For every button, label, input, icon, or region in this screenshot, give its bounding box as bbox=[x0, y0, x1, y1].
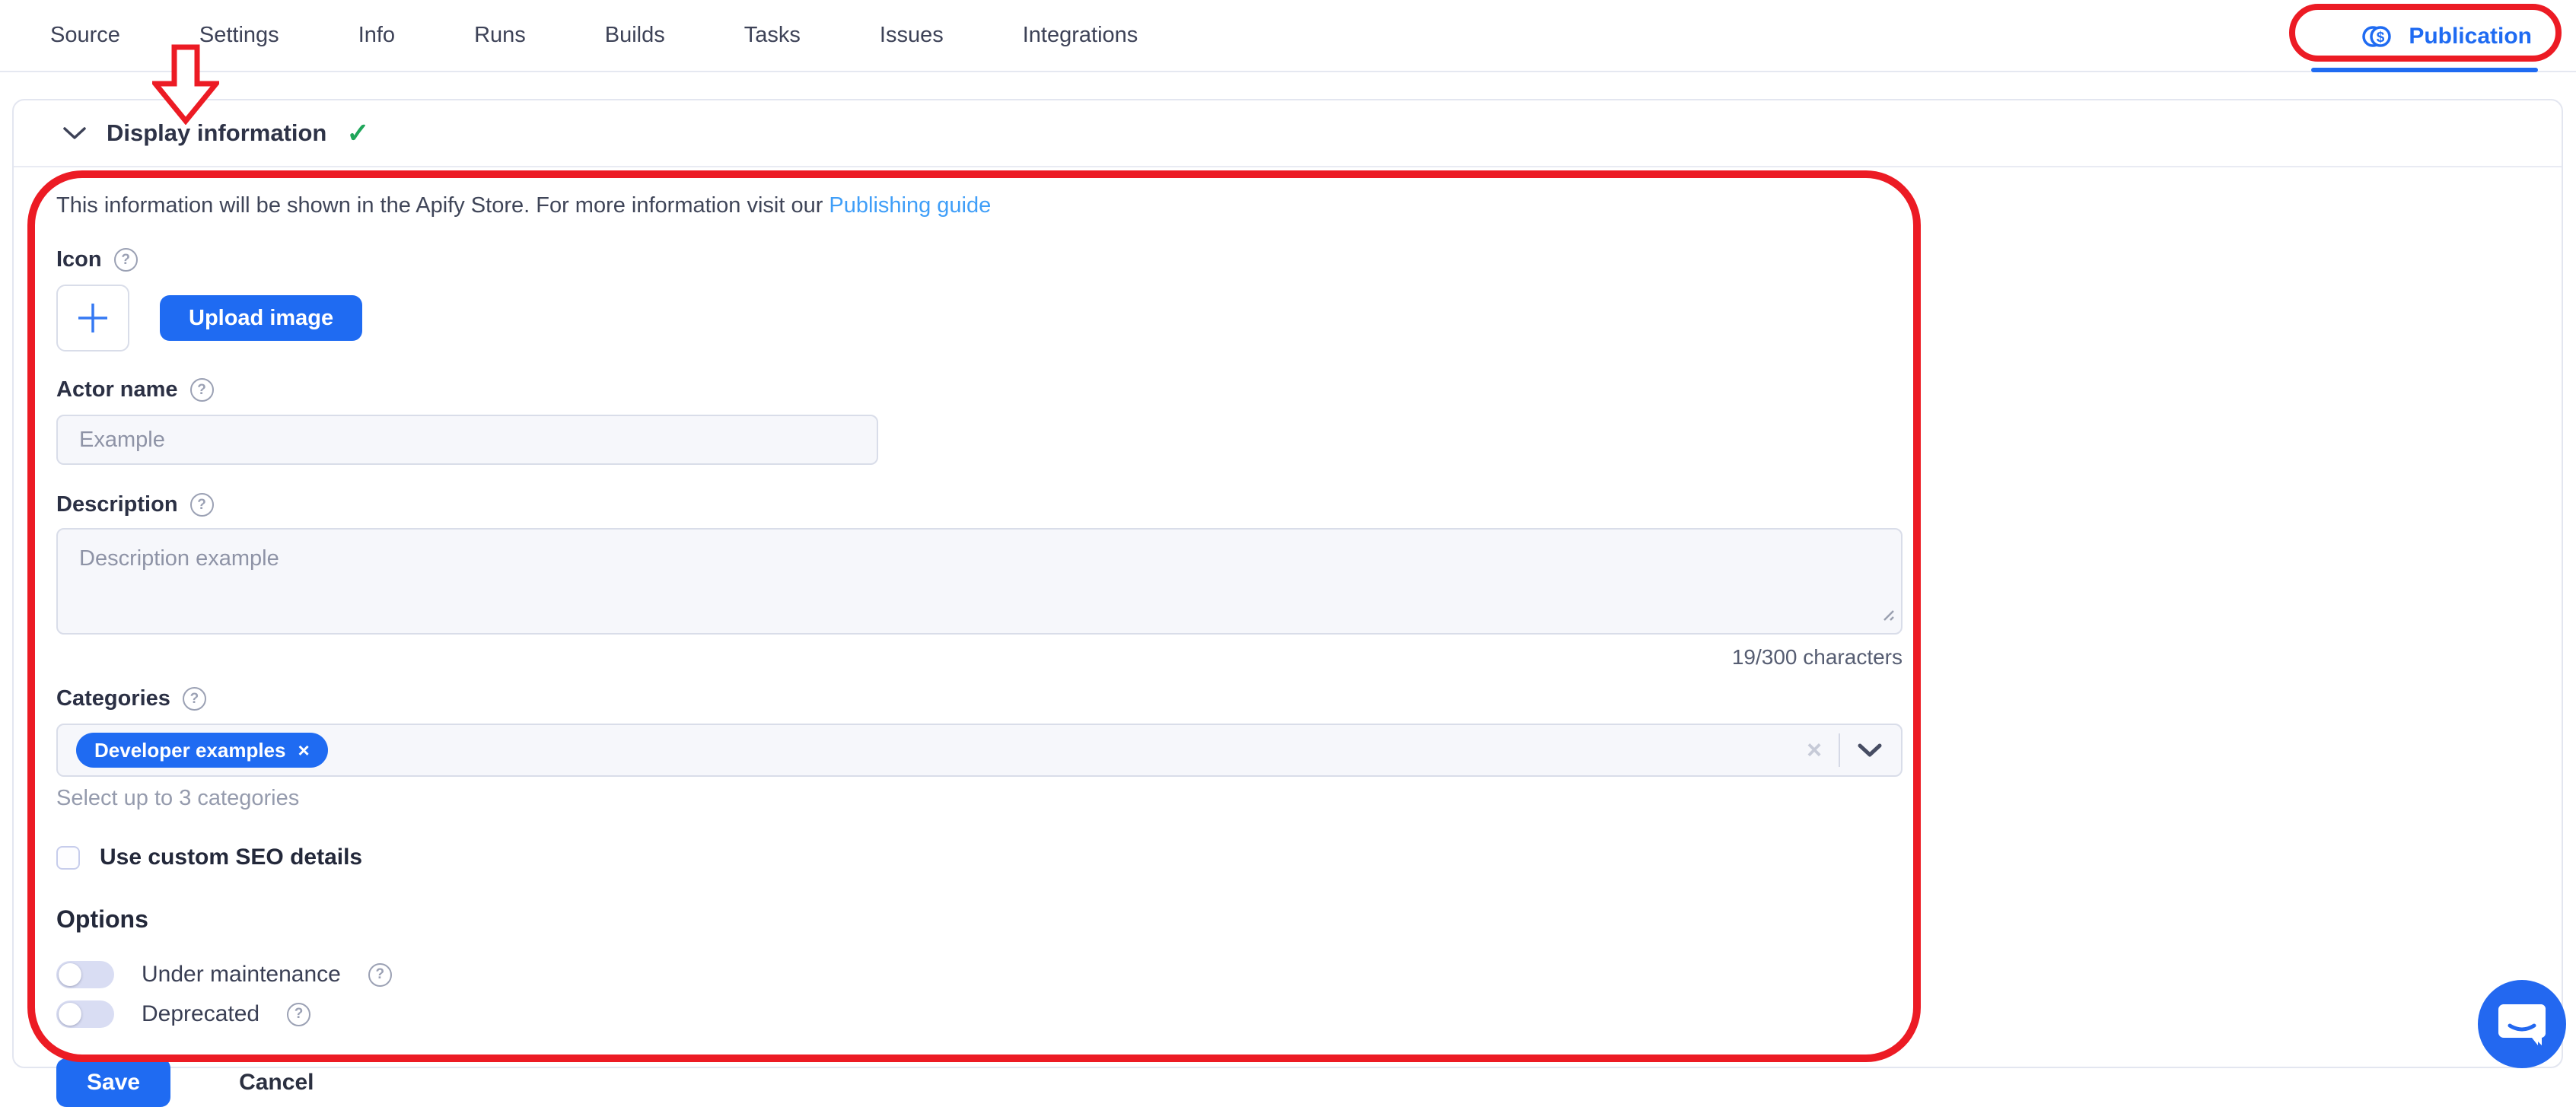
close-icon[interactable]: × bbox=[298, 740, 309, 760]
seo-checkbox-label: Use custom SEO details bbox=[100, 845, 362, 870]
chevron-down-icon bbox=[62, 126, 87, 141]
actor-name-label: Actor name bbox=[56, 377, 178, 402]
chevron-down-icon[interactable] bbox=[1857, 742, 1883, 759]
icon-dropzone[interactable] bbox=[56, 285, 129, 352]
character-counter: 19/300 characters bbox=[56, 645, 1903, 670]
actor-name-label-row: Actor name ? bbox=[56, 377, 2519, 402]
deprecated-row: Deprecated ? bbox=[56, 1000, 2519, 1028]
intro-text-main: This information will be shown in the Ap… bbox=[56, 193, 823, 218]
tab-builds[interactable]: Builds bbox=[605, 23, 665, 48]
display-information-form: This information will be shown in the Ap… bbox=[14, 167, 2562, 1107]
help-icon[interactable]: ? bbox=[114, 248, 138, 272]
icon-label-row: Icon ? bbox=[56, 247, 2519, 272]
category-chip[interactable]: Developer examples × bbox=[76, 733, 328, 768]
publication-card: Display information ✓ This information w… bbox=[12, 99, 2563, 1068]
seo-checkbox-row[interactable]: Use custom SEO details bbox=[56, 845, 2519, 870]
tab-issues[interactable]: Issues bbox=[880, 23, 944, 48]
intro-text: This information will be shown in the Ap… bbox=[56, 193, 2519, 218]
select-controls: × bbox=[1807, 733, 1883, 767]
active-tab-indicator bbox=[2311, 68, 2538, 72]
tab-publication[interactable]: $ Publication bbox=[2361, 0, 2532, 72]
icon-upload-row: Upload image bbox=[56, 285, 2519, 352]
save-button[interactable]: Save bbox=[56, 1058, 170, 1107]
section-title: Display information bbox=[107, 119, 326, 147]
tab-integrations[interactable]: Integrations bbox=[1023, 23, 1138, 48]
select-divider bbox=[1839, 733, 1840, 767]
cancel-button[interactable]: Cancel bbox=[239, 1070, 314, 1096]
description-label: Description bbox=[56, 492, 178, 517]
help-icon[interactable]: ? bbox=[368, 963, 392, 987]
tab-tasks[interactable]: Tasks bbox=[744, 23, 801, 48]
nav-tabs: Source Settings Info Runs Builds Tasks I… bbox=[0, 23, 1138, 48]
description-textarea-wrap bbox=[56, 528, 1903, 635]
tab-info[interactable]: Info bbox=[358, 23, 395, 48]
check-icon: ✓ bbox=[346, 119, 369, 147]
tab-source[interactable]: Source bbox=[50, 23, 120, 48]
deprecated-toggle[interactable] bbox=[56, 1000, 114, 1028]
categories-label: Categories bbox=[56, 686, 170, 711]
category-chip-label: Developer examples bbox=[94, 739, 285, 762]
publishing-guide-link[interactable]: Publishing guide bbox=[829, 193, 991, 218]
description-label-row: Description ? bbox=[56, 492, 2519, 517]
help-icon[interactable]: ? bbox=[183, 687, 206, 711]
help-icon[interactable]: ? bbox=[287, 1003, 310, 1026]
tab-runs[interactable]: Runs bbox=[474, 23, 526, 48]
tab-publication-label: Publication bbox=[2409, 24, 2532, 49]
clear-selection-icon[interactable]: × bbox=[1807, 737, 1822, 763]
deprecated-label: Deprecated bbox=[142, 1001, 260, 1027]
display-information-header[interactable]: Display information ✓ bbox=[14, 100, 2562, 167]
upload-image-button[interactable]: Upload image bbox=[160, 295, 362, 341]
help-icon[interactable]: ? bbox=[190, 378, 214, 402]
resize-handle-icon[interactable] bbox=[1877, 603, 1896, 627]
actor-name-input[interactable] bbox=[56, 415, 878, 465]
under-maintenance-toggle[interactable] bbox=[56, 961, 114, 988]
plus-icon bbox=[76, 301, 110, 335]
options-title: Options bbox=[56, 905, 2519, 934]
publication-icon: $ bbox=[2361, 21, 2395, 52]
chat-icon bbox=[2498, 1001, 2546, 1047]
form-buttons: Save Cancel bbox=[56, 1058, 2519, 1107]
icon-label: Icon bbox=[56, 247, 102, 272]
seo-checkbox[interactable] bbox=[56, 846, 80, 870]
categories-label-row: Categories ? bbox=[56, 686, 2519, 711]
tab-settings[interactable]: Settings bbox=[199, 23, 279, 48]
under-maintenance-row: Under maintenance ? bbox=[56, 961, 2519, 988]
categories-hint: Select up to 3 categories bbox=[56, 786, 2519, 811]
description-textarea[interactable] bbox=[56, 528, 1903, 635]
categories-select[interactable]: Developer examples × × bbox=[56, 724, 1903, 777]
help-icon[interactable]: ? bbox=[190, 493, 214, 517]
chat-button[interactable] bbox=[2478, 980, 2566, 1068]
toggle-knob bbox=[59, 963, 81, 986]
svg-text:$: $ bbox=[2377, 30, 2385, 46]
top-navigation: Source Settings Info Runs Builds Tasks I… bbox=[0, 0, 2576, 72]
under-maintenance-label: Under maintenance bbox=[142, 962, 341, 988]
toggle-knob bbox=[59, 1003, 81, 1026]
